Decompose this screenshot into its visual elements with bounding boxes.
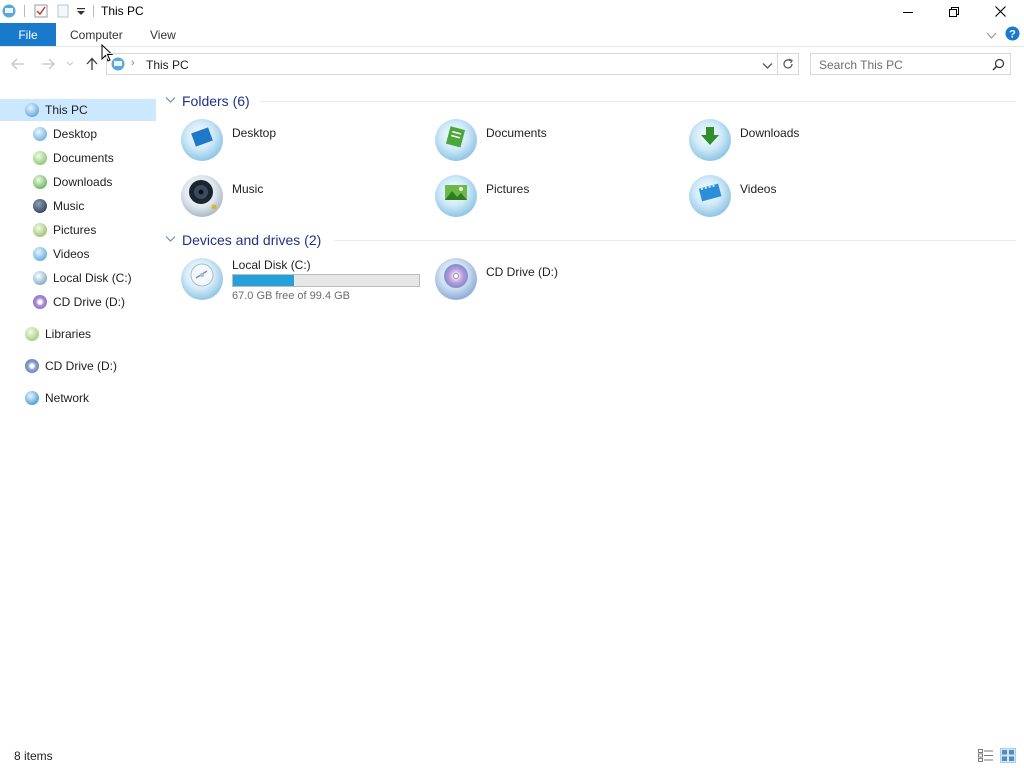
ribbon-tabs: File Computer View ? — [0, 23, 1024, 62]
help-icon[interactable]: ? — [1005, 26, 1020, 44]
title-bar: This PC — [0, 0, 1024, 23]
folder-videos[interactable]: Videos — [689, 175, 929, 227]
disk-usage-bar — [232, 274, 420, 287]
collapse-chevron-icon[interactable] — [165, 234, 176, 246]
videos-icon — [689, 175, 731, 217]
group-divider — [260, 101, 1016, 102]
navigation-pane: This PC Desktop Documents Downloads Musi… — [0, 96, 156, 736]
refresh-button[interactable] — [777, 53, 799, 75]
sidebar-item-desktop[interactable]: Desktop — [0, 123, 156, 145]
item-count: 8 items — [14, 749, 53, 763]
folders-group-title: Folders (6) — [182, 93, 250, 109]
forward-button[interactable] — [40, 56, 56, 72]
recent-locations-icon[interactable] — [62, 56, 78, 72]
sidebar-item-this-pc[interactable]: This PC — [0, 99, 156, 121]
disk-usage-fill — [233, 275, 294, 286]
drive-local-disk[interactable]: Local Disk (C:) 67.0 GB free of 99.4 GB — [181, 258, 421, 310]
sidebar-item-downloads[interactable]: Downloads — [0, 171, 156, 193]
address-bar[interactable]: › This PC — [106, 53, 778, 75]
libraries-icon — [25, 327, 39, 341]
customize-quick-access-icon[interactable] — [76, 6, 90, 20]
separator — [24, 5, 25, 17]
network-icon — [25, 391, 39, 405]
downloads-icon — [689, 119, 731, 161]
breadcrumb[interactable]: This PC — [146, 58, 189, 72]
local-disk-icon — [181, 258, 223, 300]
folders-group-header[interactable]: Folders (6) — [165, 91, 250, 111]
back-button[interactable] — [10, 56, 26, 72]
sidebar-item-local-disk[interactable]: Local Disk (C:) — [0, 267, 156, 289]
search-input[interactable]: Search This PC — [810, 53, 1011, 75]
folder-downloads[interactable]: Downloads — [689, 119, 929, 171]
sidebar-item-music[interactable]: Music — [0, 195, 156, 217]
tab-computer[interactable]: Computer — [70, 28, 123, 42]
sidebar-item-network[interactable]: Network — [0, 387, 156, 409]
this-pc-icon — [25, 103, 39, 117]
downloads-icon — [33, 175, 47, 189]
breadcrumb-chevron-icon[interactable]: › — [131, 57, 135, 69]
sidebar-item-videos[interactable]: Videos — [0, 243, 156, 265]
devices-group-header[interactable]: Devices and drives (2) — [165, 230, 321, 250]
sidebar-item-documents[interactable]: Documents — [0, 147, 156, 169]
minimize-button[interactable] — [885, 0, 931, 23]
desktop-icon — [33, 127, 47, 141]
tab-file[interactable]: File — [0, 23, 56, 46]
devices-group-title: Devices and drives (2) — [182, 232, 322, 248]
search-icon[interactable] — [992, 58, 1005, 74]
folder-music[interactable]: Music — [181, 175, 421, 227]
sidebar-item-pictures[interactable]: Pictures — [0, 219, 156, 241]
cd-drive-icon — [435, 258, 477, 300]
pictures-icon — [33, 223, 47, 237]
properties-icon[interactable] — [34, 4, 48, 18]
folder-pictures[interactable]: Pictures — [435, 175, 675, 227]
desktop-icon — [181, 119, 223, 161]
group-divider — [334, 240, 1016, 241]
search-placeholder: Search This PC — [819, 58, 903, 72]
drive-cd[interactable]: CD Drive (D:) — [435, 258, 675, 310]
cd-drive-icon — [25, 359, 39, 373]
videos-icon — [33, 247, 47, 261]
local-disk-icon — [33, 271, 47, 285]
music-icon — [181, 175, 223, 217]
address-history-icon[interactable] — [762, 59, 773, 73]
documents-icon — [33, 151, 47, 165]
music-icon — [33, 199, 47, 213]
svg-text:?: ? — [1009, 29, 1016, 41]
sidebar-item-libraries[interactable]: Libraries — [0, 323, 156, 345]
sidebar-item-cd-drive[interactable]: CD Drive (D:) — [0, 291, 156, 313]
this-pc-icon[interactable] — [2, 4, 16, 18]
separator — [93, 5, 94, 17]
expand-ribbon-icon[interactable] — [986, 29, 997, 43]
new-folder-icon[interactable] — [56, 4, 70, 18]
documents-icon — [435, 119, 477, 161]
tab-view[interactable]: View — [150, 28, 176, 42]
disk-free-text: 67.0 GB free of 99.4 GB — [232, 290, 351, 302]
folder-documents[interactable]: Documents — [435, 119, 675, 171]
large-icons-view-icon[interactable] — [1000, 748, 1016, 763]
details-view-icon[interactable] — [978, 749, 994, 765]
window-title: This PC — [101, 4, 144, 18]
up-button[interactable] — [84, 56, 100, 72]
sidebar-item-cd-drive-root[interactable]: CD Drive (D:) — [0, 355, 156, 377]
restore-button[interactable] — [931, 0, 977, 23]
folder-desktop[interactable]: Desktop — [181, 119, 421, 171]
close-button[interactable] — [977, 0, 1023, 23]
this-pc-icon — [111, 57, 125, 74]
cd-drive-icon — [33, 295, 47, 309]
navigation-bar: › This PC Search This PC — [0, 50, 1024, 78]
status-bar: 8 items — [0, 744, 1024, 768]
collapse-chevron-icon[interactable] — [165, 95, 176, 107]
pictures-icon — [435, 175, 477, 217]
